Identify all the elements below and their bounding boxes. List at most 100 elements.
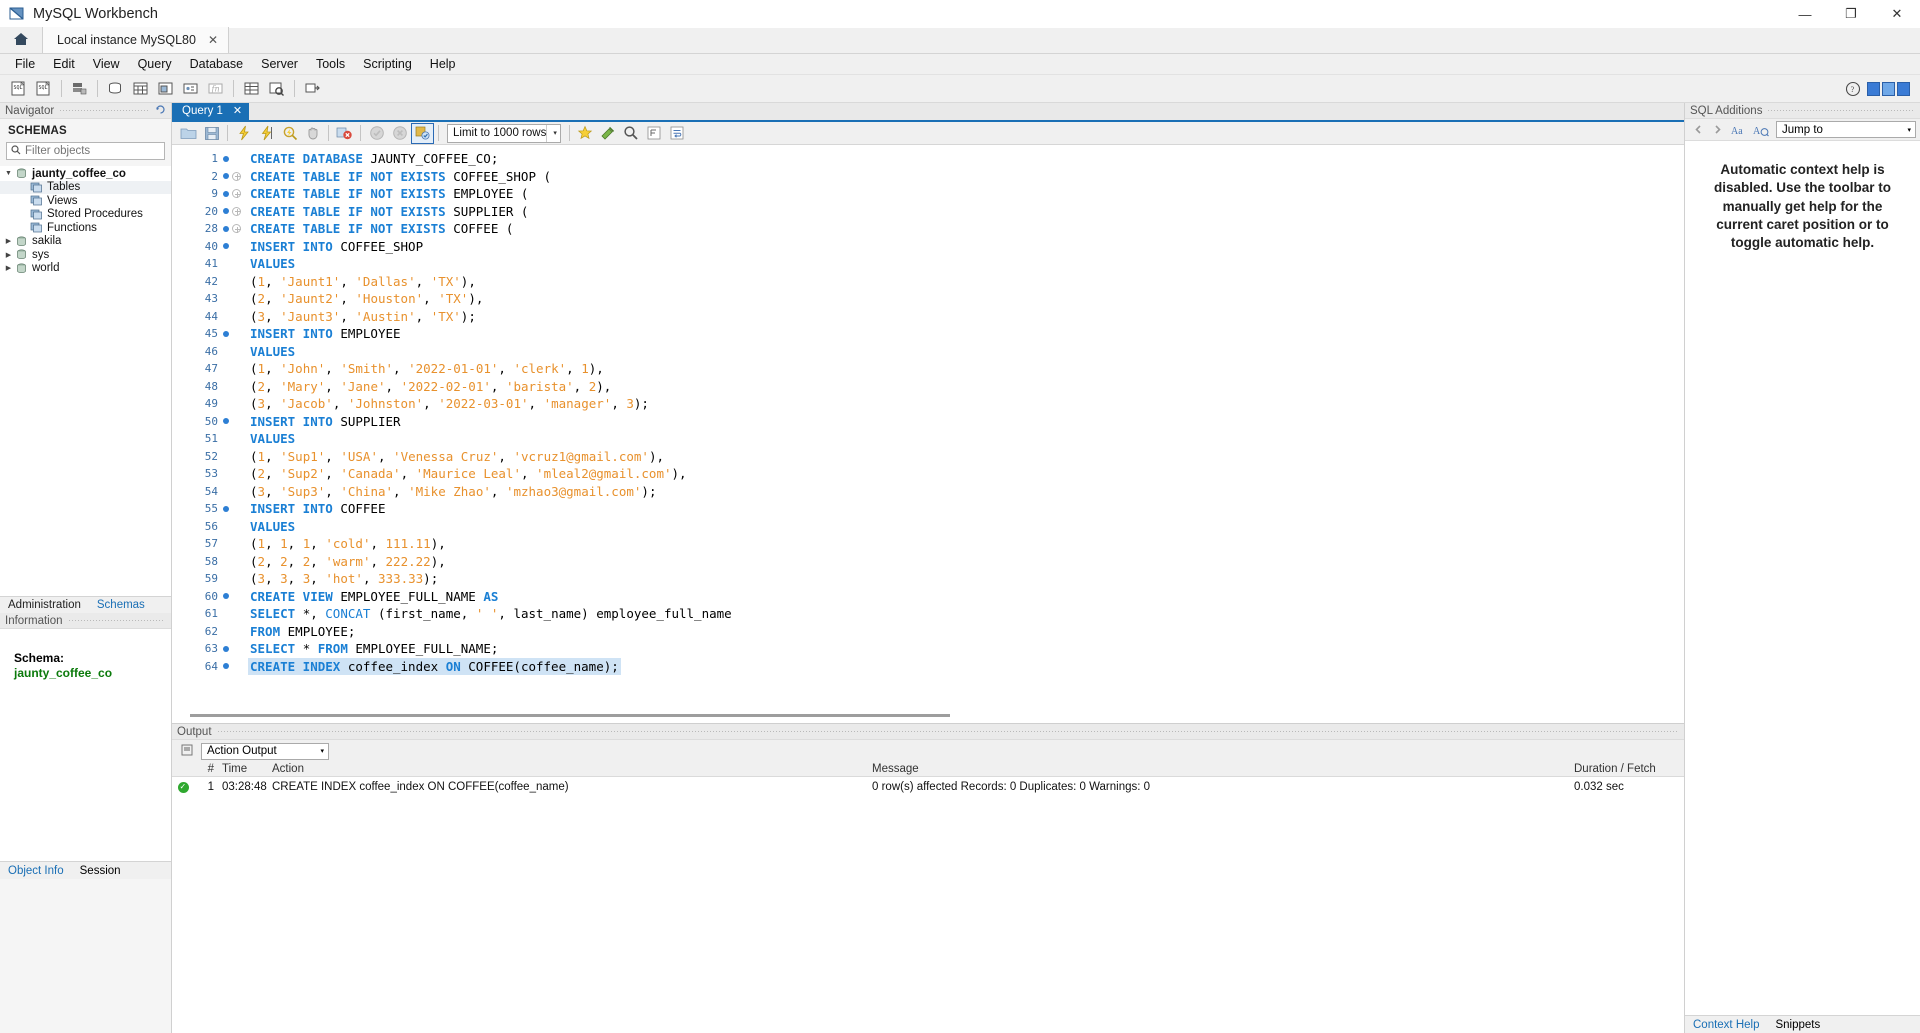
tree-item-sakila[interactable]: ▶ sakila [0, 235, 171, 249]
tree-item-world[interactable]: ▶ world [0, 262, 171, 276]
code-line[interactable]: (1, 'Sup1', 'USA', 'Venessa Cruz', 'vcru… [248, 448, 1684, 466]
tab-schemas[interactable]: Schemas [89, 597, 153, 613]
code-line[interactable]: CREATE TABLE IF NOT EXISTS SUPPLIER ( [248, 203, 1684, 221]
minimize-button[interactable]: — [1782, 0, 1828, 28]
scroll-track[interactable] [182, 713, 1674, 717]
toggle-output-icon[interactable] [1882, 81, 1895, 96]
tab-administration[interactable]: Administration [0, 597, 89, 613]
save-icon[interactable] [200, 123, 223, 144]
execute-lightning-icon[interactable] [232, 123, 255, 144]
code-line[interactable]: INSERT INTO SUPPLIER [248, 413, 1684, 431]
toggle-sidebar-icon[interactable] [1867, 81, 1880, 96]
panel-toggle-icon[interactable] [1867, 81, 1912, 96]
stop-on-error-icon[interactable] [333, 123, 356, 144]
code-line[interactable]: INSERT INTO COFFEE [248, 500, 1684, 518]
fold-expand-icon[interactable] [232, 171, 241, 181]
code-line[interactable]: (2, 'Jaunt2', 'Houston', 'TX'), [248, 290, 1684, 308]
code-line[interactable]: (3, 'Jacob', 'Johnston', '2022-03-01', '… [248, 395, 1684, 413]
code-line[interactable]: CREATE INDEX coffee_index ON COFFEE(coff… [248, 657, 1684, 675]
star-snippets-icon[interactable] [574, 123, 597, 144]
refresh-icon[interactable] [155, 104, 166, 118]
menu-query[interactable]: Query [129, 55, 181, 73]
code-line[interactable]: (1, 1, 1, 'cold', 111.11), [248, 535, 1684, 553]
code-line[interactable]: INSERT INTO COFFEE_SHOP [248, 238, 1684, 256]
fold-expand-icon[interactable] [232, 189, 241, 199]
tab-session[interactable]: Session [72, 863, 129, 879]
code-line[interactable]: (2, 2, 2, 'warm', 222.22), [248, 553, 1684, 571]
manage-connections-icon[interactable] [67, 77, 92, 101]
code-line[interactable]: CREATE TABLE IF NOT EXISTS EMPLOYEE ( [248, 185, 1684, 203]
help-icon[interactable]: ? [1840, 77, 1865, 101]
home-tab-button[interactable] [0, 27, 42, 53]
search-input[interactable] [25, 145, 160, 157]
tab-context-help[interactable]: Context Help [1685, 1017, 1767, 1033]
find-icon[interactable] [620, 123, 643, 144]
code-line[interactable]: CREATE VIEW EMPLOYEE_FULL_NAME AS [248, 588, 1684, 606]
close-icon[interactable]: ✕ [233, 104, 242, 117]
code-line[interactable]: (2, 'Sup2', 'Canada', 'Maurice Leal', 'm… [248, 465, 1684, 483]
filter-objects-box[interactable] [6, 142, 165, 160]
fold-expand-icon[interactable] [232, 224, 241, 234]
beautify-icon[interactable] [597, 123, 620, 144]
menu-server[interactable]: Server [252, 55, 307, 73]
code-line[interactable]: (1, 'John', 'Smith', '2022-01-01', 'cler… [248, 360, 1684, 378]
tree-item-jaunty-coffee-co[interactable]: ▼ jaunty_coffee_co [0, 167, 171, 181]
back-arrow-icon[interactable] [1689, 120, 1708, 139]
code-line[interactable]: (2, 'Mary', 'Jane', '2022-02-01', 'baris… [248, 378, 1684, 396]
code-line[interactable]: VALUES [248, 255, 1684, 273]
editor-horizontal-scrollbar[interactable] [172, 707, 1684, 723]
scroll-thumb[interactable] [190, 713, 950, 717]
pin-icon[interactable] [180, 743, 194, 760]
code-lines[interactable]: CREATE DATABASE JAUNTY_COFFEE_CO; CREATE … [248, 145, 1684, 707]
code-line[interactable]: VALUES [248, 430, 1684, 448]
chevron-down-icon[interactable]: ▾ [546, 124, 557, 142]
new-function-icon[interactable]: fn [203, 77, 228, 101]
open-folder-icon[interactable] [177, 123, 200, 144]
menu-database[interactable]: Database [181, 55, 253, 73]
chevron-right-icon[interactable]: ▶ [2, 237, 15, 245]
code-line[interactable]: VALUES [248, 518, 1684, 536]
commit-icon[interactable] [365, 123, 388, 144]
forward-arrow-icon[interactable] [1708, 120, 1727, 139]
fold-expand-icon[interactable] [232, 206, 241, 216]
new-table-icon[interactable] [128, 77, 153, 101]
menu-view[interactable]: View [84, 55, 129, 73]
new-sql-tab-icon[interactable]: SQL [6, 77, 31, 101]
autocommit-icon[interactable] [411, 122, 434, 144]
open-sql-script-icon[interactable]: SQL [31, 77, 56, 101]
new-view-icon[interactable] [153, 77, 178, 101]
automatic-help-icon[interactable]: A [1749, 120, 1771, 139]
code-line[interactable]: SELECT *, CONCAT (first_name, ' ', last_… [248, 605, 1684, 623]
chevron-down-icon[interactable]: ▼ [2, 170, 15, 177]
code-line[interactable]: CREATE TABLE IF NOT EXISTS COFFEE_SHOP ( [248, 168, 1684, 186]
tab-object-info[interactable]: Object Info [0, 863, 72, 879]
output-mode-dropdown[interactable]: Action Output ▾ [201, 742, 329, 760]
explain-magnifier-icon[interactable] [278, 123, 301, 144]
toggle-wrapping-icon[interactable] [666, 123, 689, 144]
stop-hand-icon[interactable] [301, 123, 324, 144]
code-line[interactable]: VALUES [248, 343, 1684, 361]
new-procedure-icon[interactable] [178, 77, 203, 101]
menu-tools[interactable]: Tools [307, 55, 354, 73]
jump-to-dropdown[interactable]: Jump to ▾ [1776, 121, 1916, 138]
rollback-icon[interactable] [388, 123, 411, 144]
code-line[interactable]: (3, 'Jaunt3', 'Austin', 'TX'); [248, 308, 1684, 326]
code-line[interactable]: CREATE TABLE IF NOT EXISTS COFFEE ( [248, 220, 1684, 238]
show-invisible-chars-icon[interactable] [643, 123, 666, 144]
close-icon[interactable]: ✕ [208, 33, 218, 47]
schema-tree[interactable]: ▼ jaunty_coffee_co Tables Views Stored P… [0, 166, 171, 596]
tree-item-sys[interactable]: ▶ sys [0, 248, 171, 262]
new-schema-icon[interactable] [103, 77, 128, 101]
chevron-right-icon[interactable]: ▶ [2, 251, 15, 259]
chevron-down-icon[interactable]: ▾ [320, 747, 324, 755]
tab-query-1[interactable]: Query 1 ✕ [172, 101, 250, 120]
code-line[interactable]: INSERT INTO EMPLOYEE [248, 325, 1684, 343]
code-line[interactable]: SELECT * FROM EMPLOYEE_FULL_NAME; [248, 640, 1684, 658]
tab-local-instance-mysql80[interactable]: Local instance MySQL80 ✕ [42, 27, 230, 53]
tree-item-views[interactable]: Views [0, 194, 171, 208]
chevron-down-icon[interactable]: ▾ [1907, 126, 1911, 134]
code-line[interactable]: CREATE DATABASE JAUNTY_COFFEE_CO; [248, 150, 1684, 168]
maximize-button[interactable]: ❐ [1828, 0, 1874, 28]
tree-item-tables[interactable]: Tables [0, 180, 171, 194]
code-line[interactable]: FROM EMPLOYEE; [248, 623, 1684, 641]
